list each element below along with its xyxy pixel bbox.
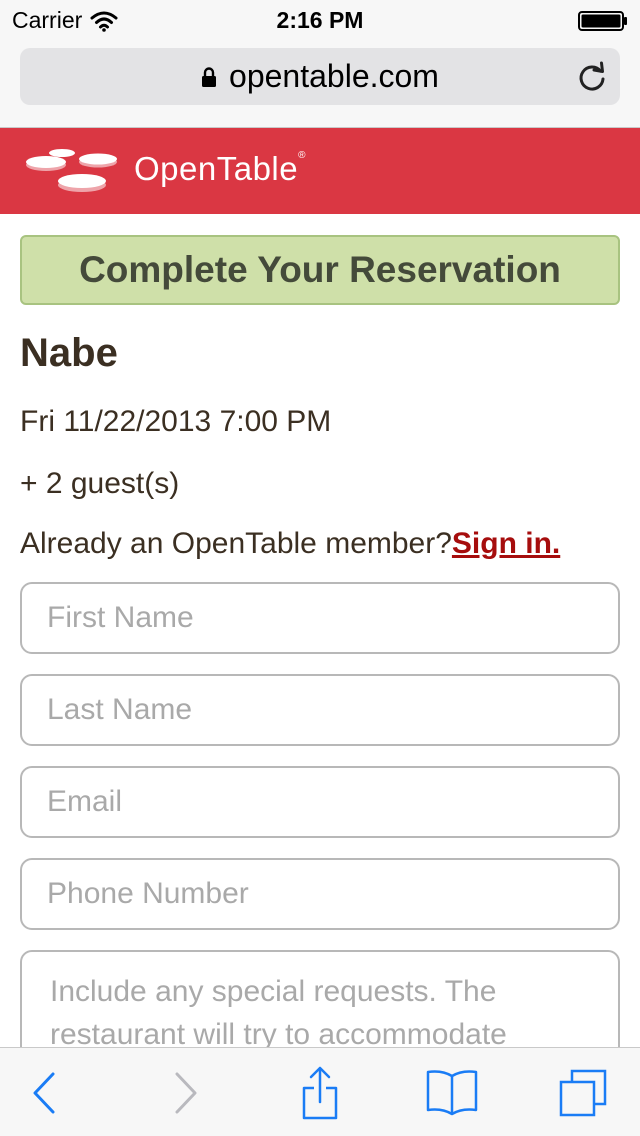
email-input[interactable] [20, 766, 620, 838]
forward-button[interactable] [156, 1066, 216, 1120]
banner-title: Complete Your Reservation [79, 249, 561, 290]
reservation-datetime: Fri 11/22/2013 7:00 PM [20, 405, 332, 438]
forward-icon [175, 1072, 197, 1114]
share-icon [302, 1066, 338, 1120]
restaurant-name: Nabe [20, 331, 118, 375]
status-bar: Carrier 2:16 PM [0, 0, 640, 40]
browser-chrome: opentable.com [0, 40, 640, 128]
reload-icon[interactable] [576, 60, 608, 92]
trademark-mark: ® [298, 150, 306, 161]
tabs-button[interactable] [553, 1066, 613, 1120]
brand-name: OpenTable® [134, 150, 306, 188]
battery-icon [578, 11, 627, 31]
bookmarks-icon [426, 1070, 478, 1116]
status-time: 2:16 PM [276, 7, 364, 33]
tabs-icon [559, 1069, 607, 1117]
phone-input[interactable] [20, 858, 620, 930]
reservation-content: Complete Your Reservation Nabe Fri 11/22… [20, 235, 620, 1100]
sign-in-link[interactable]: Sign in. [452, 527, 560, 560]
reservation-guests: + 2 guest(s) [20, 467, 180, 500]
browser-toolbar [0, 1047, 640, 1136]
url-text: opentable.com [229, 58, 439, 94]
brand-header: OpenTable® [0, 128, 640, 214]
last-name-input[interactable] [20, 674, 620, 746]
first-name-input[interactable] [20, 582, 620, 654]
bookmarks-button[interactable] [422, 1066, 482, 1120]
back-button[interactable] [14, 1066, 74, 1120]
opentable-logo-icon[interactable] [24, 144, 120, 196]
address-bar[interactable]: opentable.com [20, 48, 620, 105]
share-button[interactable] [290, 1066, 350, 1120]
brand-wordmark: OpenTable [134, 150, 299, 187]
reservation-banner: Complete Your Reservation [20, 235, 620, 305]
member-prompt-text: Already an OpenTable member? [20, 527, 452, 560]
back-icon [33, 1072, 55, 1114]
lock-icon [202, 66, 217, 87]
member-prompt: Already an OpenTable member?Sign in. [20, 527, 560, 561]
